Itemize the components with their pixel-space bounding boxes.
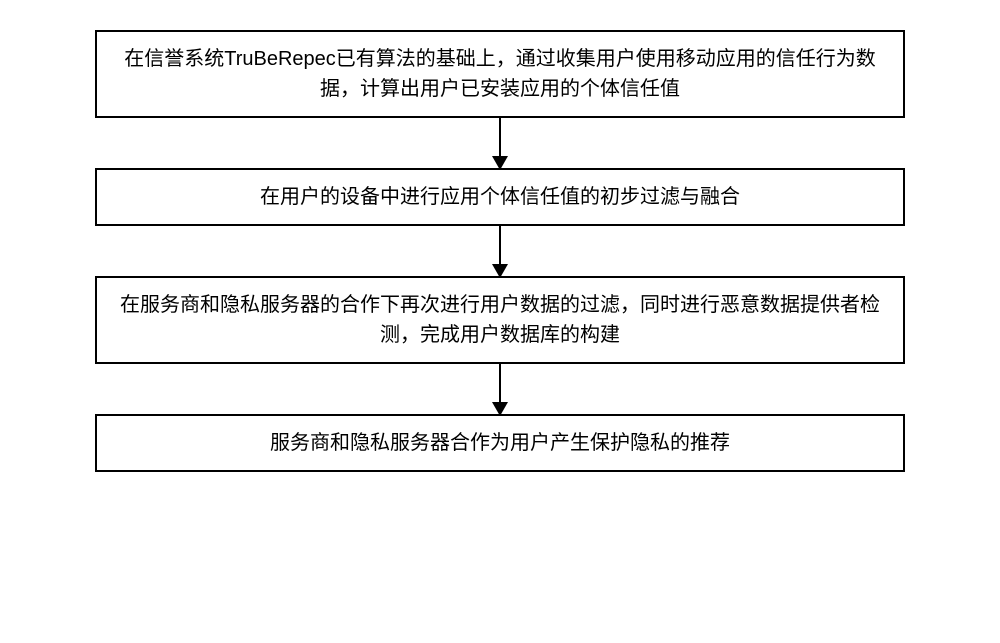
- step-text-s101: 在信誉系统TruBeRepec已有算法的基础上，通过收集用户使用移动应用的信任行…: [117, 44, 883, 104]
- step-box-s101: S101 在信誉系统TruBeRepec已有算法的基础上，通过收集用户使用移动应…: [95, 30, 905, 118]
- flowchart-diagram: S101 在信誉系统TruBeRepec已有算法的基础上，通过收集用户使用移动应…: [0, 0, 1000, 643]
- step-text-s104: 服务商和隐私服务器合作为用户产生保护隐私的推荐: [270, 428, 730, 458]
- step-text-s102: 在用户的设备中进行应用个体信任值的初步过滤与融合: [260, 182, 740, 212]
- arrow-s101-s102: [95, 118, 905, 168]
- arrow-s102-s103: [95, 226, 905, 276]
- step-box-s103: S103 在服务商和隐私服务器的合作下再次进行用户数据的过滤，同时进行恶意数据提…: [95, 276, 905, 364]
- step-text-s103: 在服务商和隐私服务器的合作下再次进行用户数据的过滤，同时进行恶意数据提供者检测，…: [117, 290, 883, 350]
- step-box-s102: S102 在用户的设备中进行应用个体信任值的初步过滤与融合: [95, 168, 905, 226]
- step-box-s104: S104 服务商和隐私服务器合作为用户产生保护隐私的推荐: [95, 414, 905, 472]
- arrow-s103-s104: [95, 364, 905, 414]
